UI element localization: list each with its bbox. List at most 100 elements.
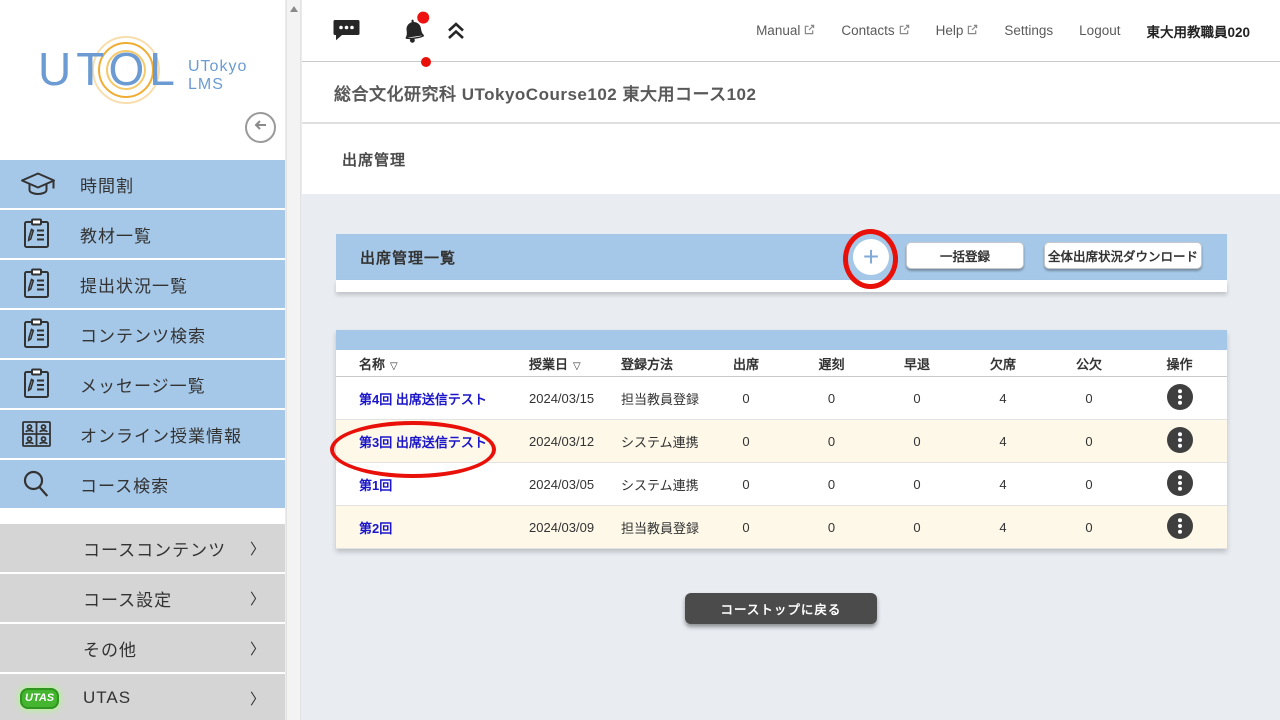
sidebar: UTOL UTokyo LMS 時間割教材一覧提出状況一覧コンテンツ検索メッセー… bbox=[0, 0, 285, 720]
materials-icon bbox=[0, 218, 60, 250]
sidebar-collapse-button[interactable] bbox=[245, 112, 276, 143]
course-search-icon bbox=[0, 468, 60, 500]
sidebar-item-2[interactable]: 提出状況一覧 bbox=[0, 260, 285, 308]
table-header-row: 名称▽授業日▽登録方法出席遅刻早退欠席公欠操作 bbox=[336, 350, 1227, 377]
column-header-2: 登録方法 bbox=[601, 354, 703, 373]
sidebar-item-4[interactable]: メッセージ一覧 bbox=[0, 360, 285, 408]
column-label: 登録方法 bbox=[621, 357, 673, 372]
sidebar-secondary-menu: コースコンテンツ〉コース設定〉その他〉UTASUTAS〉 bbox=[0, 524, 285, 720]
count-cell-4: 0 bbox=[1046, 391, 1132, 406]
sidebar-item-5[interactable]: オンライン授業情報 bbox=[0, 410, 285, 458]
chat-icon[interactable] bbox=[333, 18, 360, 43]
column-header-4: 遅刻 bbox=[789, 354, 874, 373]
sidebar-item-0[interactable]: 時間割 bbox=[0, 160, 285, 208]
count-cell-3: 4 bbox=[960, 477, 1046, 492]
sidebar-secondary-item-1[interactable]: コース設定〉 bbox=[0, 574, 285, 622]
row-actions-kebab-button[interactable] bbox=[1167, 470, 1193, 496]
collapse-up-icon[interactable] bbox=[444, 19, 468, 43]
register-method-cell: 担当教員登録 bbox=[601, 518, 703, 537]
chevron-right-icon: 〉 bbox=[250, 638, 265, 659]
sidebar-item-label: 提出状況一覧 bbox=[60, 272, 188, 297]
topbar-link-logout[interactable]: Logout bbox=[1079, 23, 1120, 38]
user-name[interactable]: 東大用教職員020 bbox=[1146, 21, 1250, 41]
sidebar-item-label: UTAS bbox=[60, 688, 131, 708]
count-cell-0: 0 bbox=[703, 391, 789, 406]
topbar-link-label: Contacts bbox=[841, 23, 894, 38]
add-attendance-button[interactable]: + bbox=[853, 239, 889, 275]
count-cell-0: 0 bbox=[703, 520, 789, 535]
topbar-link-manual[interactable]: Manual bbox=[756, 23, 815, 38]
sidebar-item-6[interactable]: コース検索 bbox=[0, 460, 285, 508]
bell-icon[interactable] bbox=[398, 15, 430, 47]
bulk-register-button[interactable]: 一括登録 bbox=[906, 242, 1024, 269]
topbar-link-label: Manual bbox=[756, 23, 800, 38]
row-actions-kebab-button[interactable] bbox=[1167, 384, 1193, 410]
messages-icon bbox=[0, 368, 60, 400]
table-body: 第4回 出席送信テスト2024/03/15担当教員登録00040第3回 出席送信… bbox=[336, 377, 1227, 549]
chevron-right-icon: 〉 bbox=[250, 538, 265, 559]
column-header-0[interactable]: 名称▽ bbox=[336, 354, 506, 373]
logo-subtitle-line2: LMS bbox=[188, 76, 247, 94]
arrow-left-icon bbox=[252, 116, 270, 139]
count-cell-1: 0 bbox=[789, 434, 874, 449]
session-name-cell: 第2回 bbox=[336, 518, 506, 537]
main-area: Manual Contacts Help Settings Logout 東大用教職員02… bbox=[302, 0, 1280, 720]
session-link[interactable]: 第3回 出席送信テスト bbox=[359, 435, 487, 450]
section-header-bar: 出席管理 bbox=[302, 124, 1280, 194]
course-header-bar: 総合文化研究科 UTokyoCourse102 東大用コース102 bbox=[302, 62, 1280, 124]
external-link-icon bbox=[967, 23, 978, 38]
external-link-icon bbox=[804, 23, 815, 38]
session-name-cell: 第3回 出席送信テスト bbox=[336, 432, 506, 451]
sidebar-secondary-item-3[interactable]: UTASUTAS 〉 bbox=[0, 674, 285, 720]
topbar-link-label: Logout bbox=[1079, 23, 1120, 38]
session-link[interactable]: 第1回 bbox=[359, 478, 392, 493]
column-label: 操作 bbox=[1166, 357, 1192, 372]
class-date-cell: 2024/03/05 bbox=[506, 477, 601, 492]
content-area: 出席管理一覧 + 一括登録 全体出席状況ダウンロード 名称▽授業日▽登録方法出席… bbox=[302, 194, 1280, 720]
topbar-link-help[interactable]: Help bbox=[936, 23, 979, 38]
sidebar-item-label: コンテンツ検索 bbox=[60, 322, 206, 347]
notification-badge bbox=[416, 10, 430, 24]
sidebar-item-1[interactable]: 教材一覧 bbox=[0, 210, 285, 258]
sidebar-item-3[interactable]: コンテンツ検索 bbox=[0, 310, 285, 358]
column-header-7: 公欠 bbox=[1046, 354, 1132, 373]
column-header-1[interactable]: 授業日▽ bbox=[506, 354, 601, 373]
course-title: 総合文化研究科 UTokyoCourse102 東大用コース102 bbox=[334, 80, 756, 105]
class-date-cell: 2024/03/15 bbox=[506, 391, 601, 406]
back-to-course-top-button[interactable]: コーストップに戻る bbox=[685, 593, 877, 624]
chevron-right-icon: 〉 bbox=[250, 688, 265, 709]
column-header-5: 早退 bbox=[874, 354, 960, 373]
sidebar-item-label: その他 bbox=[60, 636, 137, 661]
sidebar-item-label: コースコンテンツ bbox=[60, 536, 226, 561]
count-cell-3: 4 bbox=[960, 391, 1046, 406]
scrollbar-up-arrow-icon[interactable] bbox=[290, 6, 298, 12]
sort-icon[interactable]: ▽ bbox=[573, 361, 581, 372]
topbar-link-contacts[interactable]: Contacts bbox=[841, 23, 909, 38]
column-label: 出席 bbox=[733, 357, 759, 372]
topbar-link-settings[interactable]: Settings bbox=[1004, 23, 1053, 38]
page-section-title: 出席管理 bbox=[342, 149, 406, 170]
online-class-icon bbox=[0, 419, 60, 449]
external-link-icon bbox=[899, 23, 910, 38]
attendance-table: 名称▽授業日▽登録方法出席遅刻早退欠席公欠操作 第4回 出席送信テスト2024/… bbox=[336, 330, 1227, 549]
sidebar-primary-menu: 時間割教材一覧提出状況一覧コンテンツ検索メッセージ一覧オンライン授業情報コース検… bbox=[0, 160, 285, 508]
graduation-cap-icon bbox=[0, 170, 60, 198]
sidebar-secondary-item-0[interactable]: コースコンテンツ 〉 bbox=[0, 524, 285, 572]
sidebar-secondary-item-2[interactable]: その他 〉 bbox=[0, 624, 285, 672]
logo-wordmark: UTOL bbox=[38, 43, 180, 95]
row-actions-kebab-button[interactable] bbox=[1167, 427, 1193, 453]
count-cell-1: 0 bbox=[789, 520, 874, 535]
utas-logo-icon: UTAS bbox=[0, 688, 60, 709]
sidebar-item-label: 教材一覧 bbox=[60, 222, 152, 247]
session-link[interactable]: 第4回 出席送信テスト bbox=[359, 392, 487, 407]
session-link[interactable]: 第2回 bbox=[359, 521, 392, 536]
count-cell-0: 0 bbox=[703, 477, 789, 492]
sort-icon[interactable]: ▽ bbox=[390, 361, 398, 372]
class-date-cell: 2024/03/09 bbox=[506, 520, 601, 535]
download-all-attendance-button[interactable]: 全体出席状況ダウンロード bbox=[1044, 242, 1202, 269]
sidebar-item-label: コース設定 bbox=[60, 586, 172, 611]
column-label: 公欠 bbox=[1076, 357, 1102, 372]
row-actions-kebab-button[interactable] bbox=[1167, 513, 1193, 539]
count-cell-4: 0 bbox=[1046, 477, 1132, 492]
sidebar-scrollbar[interactable] bbox=[286, 0, 301, 720]
